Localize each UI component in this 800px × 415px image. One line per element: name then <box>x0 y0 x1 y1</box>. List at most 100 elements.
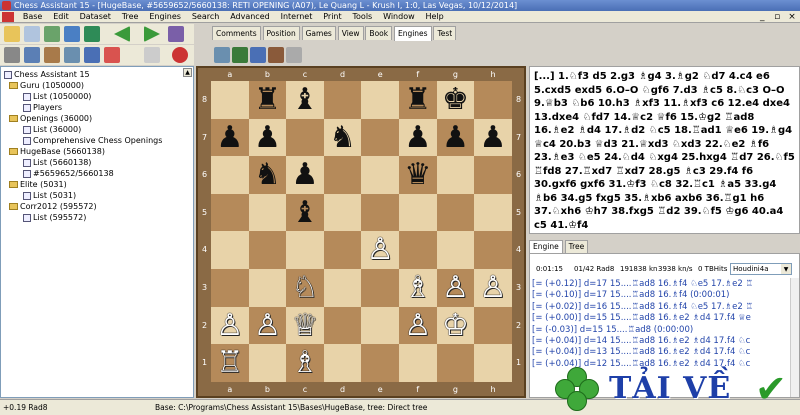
tab-engine[interactable]: Engine <box>529 240 563 253</box>
menu-internet[interactable]: Internet <box>277 11 317 23</box>
square-d4[interactable] <box>323 231 362 269</box>
piece-c1[interactable]: ♗ <box>286 344 324 382</box>
tree-list-guru[interactable]: List (1050000) <box>23 92 91 102</box>
piece-f3[interactable]: ♗ <box>399 269 437 307</box>
engine-selector[interactable]: Houdini4a ▼ <box>730 263 792 275</box>
square-e5[interactable] <box>361 193 399 232</box>
chess-board[interactable]: ♜ ♝ ♜ ♚ ♟ ♟ ♞ ♟ ♟ ♟ ♞ ♟ ♛ ♝ ♙ ♘ ♗ ♙ ♙ ♙ ♙ ♕ ♙ ♔ ♖ ♗ <box>211 81 512 382</box>
square-d8[interactable] <box>323 81 362 119</box>
tab-book[interactable]: Book <box>365 26 393 40</box>
save-icon[interactable] <box>84 47 100 63</box>
tree-base-corr2012[interactable]: Corr2012 (595572) <box>9 202 97 212</box>
square-h6[interactable] <box>474 156 512 194</box>
pv-line[interactable]: [= (+0.02)] d=16 15....♖ad8 16.♗f4 ♘e5 1… <box>532 302 790 313</box>
square-e3[interactable] <box>361 269 399 307</box>
grid-icon[interactable] <box>64 26 80 42</box>
tab-tree[interactable]: Tree <box>564 240 589 253</box>
database-icon[interactable] <box>44 26 60 42</box>
pv-line[interactable]: [= (+0.04)] d=14 15....♖ad8 16.♗e2 ♗d4 1… <box>532 336 790 347</box>
piece-h3[interactable]: ♙ <box>474 269 512 307</box>
square-e1[interactable] <box>361 344 399 382</box>
square-b4[interactable] <box>248 231 287 269</box>
pv-line[interactable]: [= (+0.10)] d=17 15....♖ad8 16.♗f4 (0:00… <box>532 290 790 301</box>
piece-c6[interactable]: ♟ <box>286 156 324 194</box>
menu-engines[interactable]: Engines <box>145 11 185 23</box>
square-h4[interactable] <box>474 231 512 269</box>
piece-a1[interactable]: ♖ <box>211 344 249 382</box>
square-b3[interactable] <box>248 269 287 307</box>
board-icon[interactable] <box>4 47 20 63</box>
piece-b8[interactable]: ♜ <box>249 81 287 119</box>
system-menu-icon[interactable] <box>2 12 14 22</box>
piece-e4[interactable]: ♙ <box>361 231 399 269</box>
piece-b6[interactable]: ♞ <box>249 156 287 194</box>
tree-list-openings[interactable]: List (36000) <box>23 125 81 135</box>
tree-current-game[interactable]: #5659652/5660138 <box>23 169 114 179</box>
notation-icon[interactable] <box>44 47 60 63</box>
square-g4[interactable] <box>436 231 475 269</box>
close-button[interactable]: × <box>786 11 798 23</box>
square-a6[interactable] <box>211 156 249 194</box>
piece-d7[interactable]: ♞ <box>324 119 362 157</box>
scroll-up-button[interactable]: ▲ <box>183 68 192 77</box>
square-c4[interactable] <box>286 231 324 269</box>
filter-icon[interactable] <box>144 47 160 63</box>
game-notation[interactable]: [...] 1.♘f3 d5 2.g3 ♗g4 3.♗g2 ♘d7 4.c4 e… <box>529 66 800 234</box>
square-b5[interactable] <box>248 193 287 232</box>
piece-g3[interactable]: ♙ <box>437 269 475 307</box>
piece-c2[interactable]: ♕ <box>286 307 324 345</box>
menu-search[interactable]: Search <box>188 11 223 23</box>
square-f5[interactable] <box>399 193 437 232</box>
square-a4[interactable] <box>211 231 249 269</box>
tree-list-elite[interactable]: List (5031) <box>23 191 76 201</box>
piece-b2[interactable]: ♙ <box>249 307 287 345</box>
piece-g8[interactable]: ♚ <box>437 81 475 119</box>
delete-icon[interactable] <box>104 47 120 63</box>
square-a8[interactable] <box>211 81 249 119</box>
engine-icon[interactable] <box>232 47 248 63</box>
tree-base-elite[interactable]: Elite (5031) <box>9 180 67 190</box>
piece-c3[interactable]: ♘ <box>286 269 324 307</box>
piece-a2[interactable]: ♙ <box>211 307 249 345</box>
square-a5[interactable] <box>211 193 249 232</box>
game-icon[interactable] <box>64 47 80 63</box>
square-f1[interactable] <box>399 344 437 382</box>
forward-icon[interactable] <box>144 26 160 42</box>
menu-advanced[interactable]: Advanced <box>226 11 274 23</box>
pv-line[interactable]: [= (+0.12)] d=17 15....♖ad8 16.♗f4 ♘e5 1… <box>532 279 790 290</box>
menu-print[interactable]: Print <box>319 11 345 23</box>
square-h5[interactable] <box>474 193 512 232</box>
tablebase-icon[interactable] <box>250 47 266 63</box>
piece-h7[interactable]: ♟ <box>474 119 512 157</box>
restore-button[interactable]: ▫ <box>771 11 783 23</box>
pv-line[interactable]: [= (+0.00)] d=15 15....♖ad8 16.♗e2 ♗d4 1… <box>532 313 790 324</box>
piece-g2[interactable]: ♔ <box>437 307 475 345</box>
analysis-icon[interactable] <box>168 26 184 42</box>
menu-tools[interactable]: Tools <box>349 11 377 23</box>
square-e8[interactable] <box>361 81 399 119</box>
open-folder-icon[interactable] <box>4 26 20 42</box>
tab-position[interactable]: Position <box>262 26 300 40</box>
piece-a7[interactable]: ♟ <box>211 119 249 157</box>
piece-c5[interactable]: ♝ <box>286 194 324 232</box>
square-d5[interactable] <box>323 193 362 232</box>
piece-f6[interactable]: ♛ <box>399 156 437 194</box>
piece-f8[interactable]: ♜ <box>399 81 437 119</box>
square-e7[interactable] <box>361 118 399 157</box>
tree-list-corr2012[interactable]: List (595572) <box>23 213 86 223</box>
list-view-icon[interactable] <box>24 47 40 63</box>
menu-window[interactable]: Window <box>379 11 419 23</box>
tree-cco[interactable]: Comprehensive Chess Openings <box>23 136 162 146</box>
square-h1[interactable] <box>474 344 512 382</box>
menu-dataset[interactable]: Dataset <box>76 11 115 23</box>
tree-root[interactable]: Chess Assistant 15 <box>4 70 90 80</box>
tree-base-guru[interactable]: Guru (1050000) <box>9 81 84 91</box>
square-d6[interactable] <box>323 156 362 194</box>
piece-c8[interactable]: ♝ <box>286 81 324 119</box>
pv-line[interactable]: [= (-0.03)] d=15 15....♖ad8 (0:00:00) <box>532 325 790 336</box>
tree-icon[interactable] <box>84 26 100 42</box>
tree-list-hugebase[interactable]: List (5660138) <box>23 158 91 168</box>
book-icon[interactable] <box>268 47 284 63</box>
square-b1[interactable] <box>248 344 287 382</box>
tree-players[interactable]: Players <box>23 103 62 113</box>
